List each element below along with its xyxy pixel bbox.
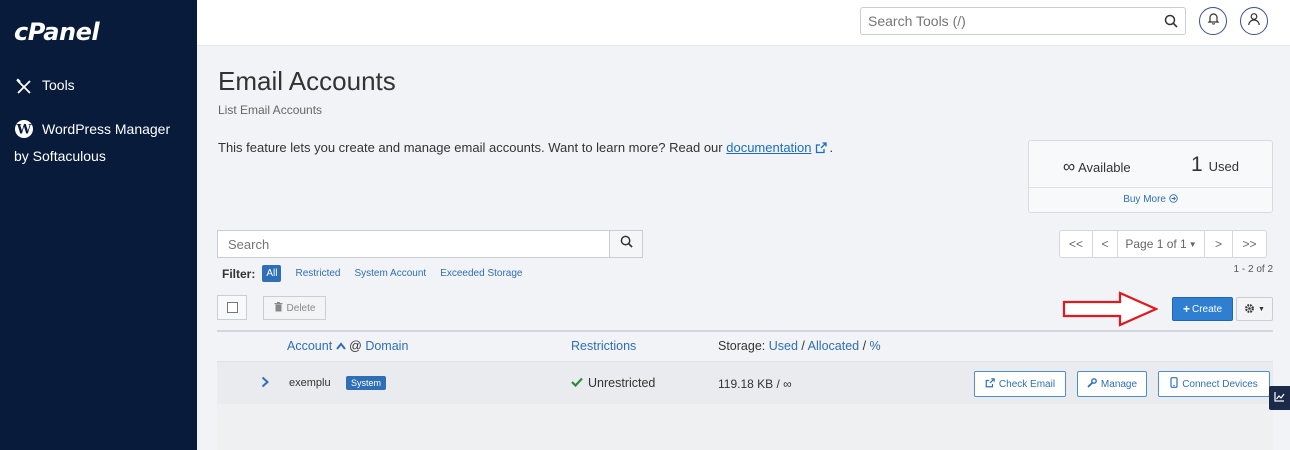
used-label: Used (1208, 159, 1239, 174)
user-menu-button[interactable] (1240, 7, 1268, 35)
used-count: 1 (1190, 153, 1203, 176)
chart-icon (1274, 389, 1285, 407)
bell-icon (1207, 12, 1220, 30)
documentation-link[interactable]: documentation (726, 140, 811, 155)
connect-devices-button[interactable]: Connect Devices (1158, 371, 1270, 397)
results-range: 1 - 2 of 2 (1233, 264, 1273, 275)
tool-search-input[interactable] (861, 8, 1151, 34)
table-row: exemplu System Unrestricted 119.18 KB / … (217, 361, 1273, 404)
notifications-button[interactable] (1199, 7, 1227, 35)
circle-arrow-right-icon (1169, 194, 1178, 205)
external-link-icon[interactable] (815, 142, 827, 157)
sort-domain[interactable]: Domain (365, 339, 408, 353)
account-name: exemplu (289, 377, 331, 389)
sidebar-item-tools[interactable]: Tools (14, 77, 75, 97)
manage-button[interactable]: Manage (1077, 371, 1147, 397)
sidebar-item-label: WordPress Manager by Softaculous (14, 121, 171, 164)
filter-all[interactable]: All (262, 265, 282, 282)
wrench-icon (1087, 377, 1097, 391)
table-header: Account @ Domain Restrictions Storage: U… (217, 330, 1273, 361)
create-button[interactable]: + Create (1172, 297, 1233, 321)
mobile-device-icon (1170, 377, 1178, 391)
pagination: << < Page 1 of 1 ▼ > >> (1059, 230, 1267, 258)
stats-widget-button[interactable] (1269, 386, 1290, 410)
top-bar (197, 0, 1290, 46)
stats-summary: ∞ Available 1 Used (1029, 141, 1272, 188)
checkbox-box (226, 302, 238, 313)
caret-down-icon: ▼ (1258, 305, 1265, 313)
page-select[interactable]: Page 1 of 1 ▼ (1118, 231, 1205, 257)
sort-account[interactable]: Account (287, 339, 332, 353)
search-icon (620, 235, 633, 253)
at-symbol: @ (349, 339, 362, 353)
used-stat: 1 Used (1191, 153, 1239, 177)
tools-icon (14, 77, 34, 97)
storage-header: Storage: Used / Allocated / % (718, 339, 881, 353)
restrictions-header[interactable]: Restrictions (571, 339, 636, 353)
manage-label: Manage (1100, 378, 1138, 390)
account-domain-header: Account @ Domain (287, 339, 408, 353)
first-page-button[interactable]: << (1060, 231, 1093, 257)
check-email-button[interactable]: Check Email (974, 371, 1066, 397)
next-page-button[interactable]: > (1205, 231, 1233, 257)
caret-down-icon: ▼ (1188, 239, 1197, 249)
account-stats-box: ∞ Available 1 Used Buy More (1028, 140, 1273, 213)
filter-label: Filter: (222, 266, 256, 281)
settings-dropdown-button[interactable]: ▼ (1236, 297, 1273, 321)
trash-icon (274, 301, 283, 315)
page-title: Email Accounts (218, 66, 396, 96)
sort-allocated[interactable]: Allocated (808, 339, 859, 353)
sort-ascending-icon (335, 339, 346, 353)
connect-devices-label: Connect Devices (1182, 378, 1258, 390)
delete-button[interactable]: Delete (263, 296, 326, 320)
check-icon (571, 376, 583, 390)
last-page-button[interactable]: >> (1233, 231, 1266, 257)
intro-text-end: . (829, 140, 834, 155)
storage-value: 119.18 KB / ∞ (718, 377, 792, 391)
sort-used[interactable]: Used (769, 339, 798, 353)
annotation-arrow (1062, 291, 1158, 327)
select-all-checkbox[interactable] (217, 295, 247, 320)
buy-more-label: Buy More (1123, 194, 1166, 205)
filter-restricted[interactable]: Restricted (295, 268, 340, 279)
email-search (217, 230, 643, 258)
sidebar-item-label: Tools (42, 77, 75, 93)
tool-search (860, 7, 1186, 35)
restriction-label: Unrestricted (588, 376, 656, 390)
intro-text-body: This feature lets you create and manage … (218, 140, 727, 155)
table-row (217, 404, 1273, 450)
intro-text: This feature lets you create and manage … (218, 140, 833, 157)
search-button[interactable] (609, 231, 642, 257)
create-label: Create (1192, 303, 1223, 315)
plus-icon: + (1182, 302, 1190, 316)
available-stat: ∞ Available (1063, 157, 1131, 177)
sidebar: cPanel Tools W WordPress Manager by Soft… (0, 0, 197, 450)
available-label: Available (1078, 160, 1131, 175)
expand-row-icon[interactable] (261, 375, 269, 393)
cpanel-logo[interactable]: cPanel (14, 18, 100, 46)
page-subtitle: List Email Accounts (218, 103, 323, 117)
restriction-status: Unrestricted (571, 376, 655, 390)
gear-icon (1244, 303, 1255, 316)
filter-bar: Filter: All Restricted System Account Ex… (222, 265, 536, 282)
filter-system-account[interactable]: System Account (354, 268, 426, 279)
check-email-label: Check Email (998, 378, 1056, 390)
external-link-icon (985, 377, 995, 391)
buy-more-link[interactable]: Buy More (1029, 194, 1272, 205)
prev-page-button[interactable]: < (1093, 231, 1118, 257)
available-symbol: ∞ (1063, 157, 1076, 176)
sort-percent[interactable]: % (870, 339, 881, 353)
sidebar-item-wordpress-manager[interactable]: W WordPress Manager by Softaculous (14, 116, 179, 170)
user-icon (1247, 12, 1261, 31)
system-badge: System (346, 376, 387, 390)
storage-label: Storage: (718, 339, 766, 353)
search-icon[interactable] (1164, 14, 1178, 33)
email-search-input[interactable] (218, 231, 608, 257)
filter-exceeded-storage[interactable]: Exceeded Storage (440, 268, 522, 279)
delete-label: Delete (286, 302, 316, 314)
page-select-label: Page 1 of 1 (1125, 237, 1187, 251)
